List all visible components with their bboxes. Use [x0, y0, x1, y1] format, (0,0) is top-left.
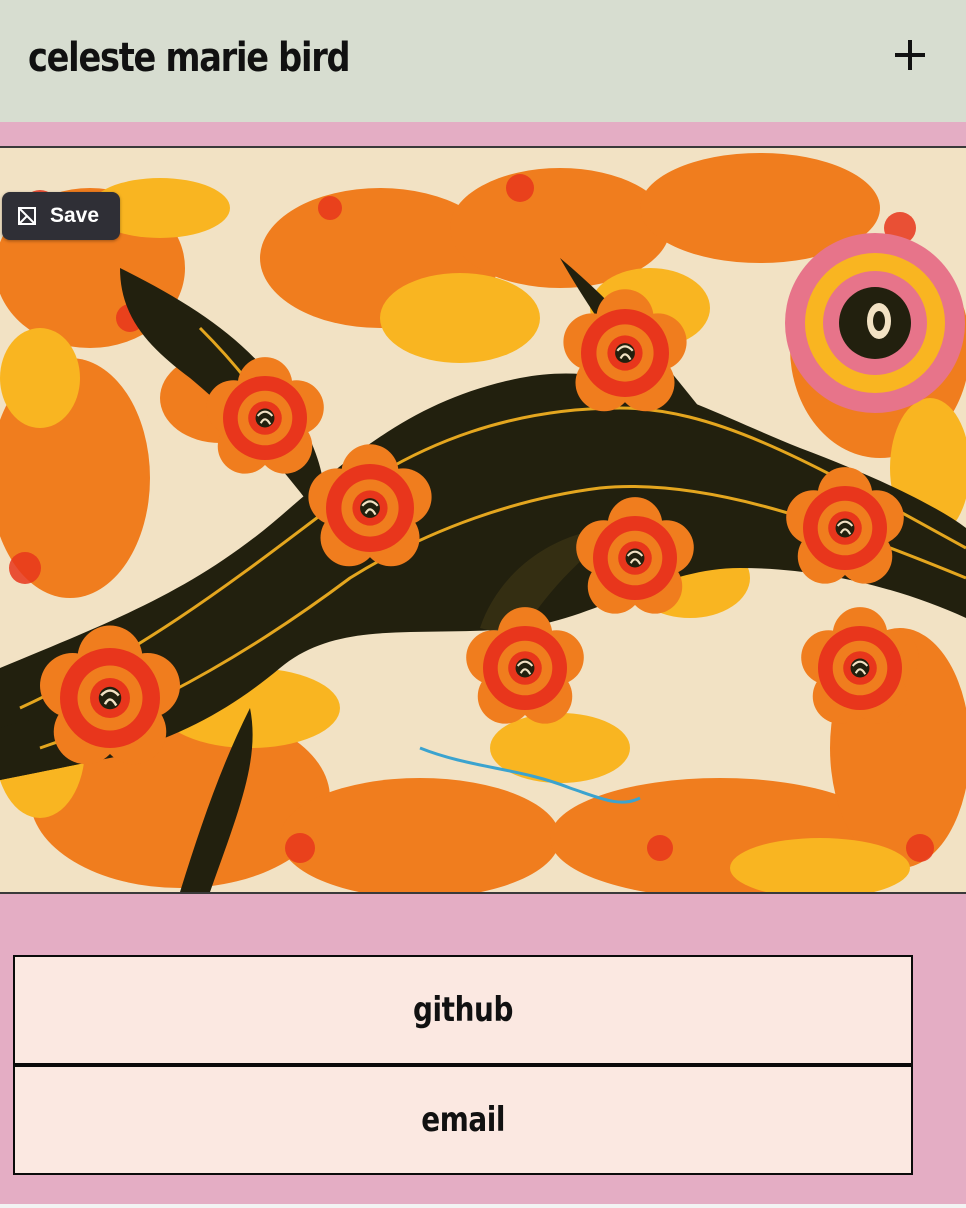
page-bottom-edge: [0, 1204, 966, 1208]
pin-save-icon: [18, 207, 36, 225]
save-button[interactable]: Save: [2, 192, 120, 240]
email-link[interactable]: email: [13, 1065, 913, 1175]
site-title[interactable]: celeste marie bird: [28, 30, 351, 86]
marbled-paper-artwork: [0, 148, 966, 892]
marbled-artwork-image: Save: [0, 146, 966, 894]
site-header: celeste marie bird: [0, 0, 966, 122]
github-link[interactable]: github: [13, 955, 913, 1065]
plus-icon: [895, 40, 925, 70]
main-content: Save github email: [0, 122, 966, 1204]
menu-toggle-button[interactable]: [888, 34, 932, 78]
github-link-label: github: [412, 990, 514, 1030]
save-label: Save: [50, 204, 100, 227]
email-link-label: email: [421, 1100, 505, 1140]
